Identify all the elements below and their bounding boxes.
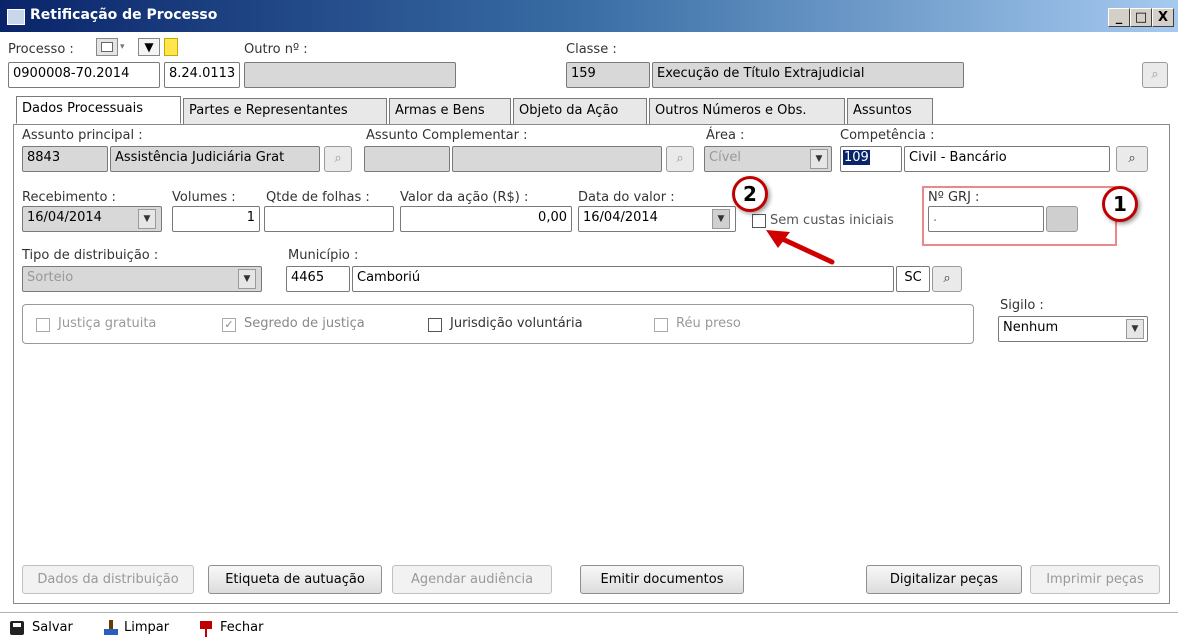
- tab-armas-bens[interactable]: Armas e Bens: [389, 98, 511, 124]
- outro-numero-field[interactable]: [244, 62, 456, 88]
- agendar-audiencia-button[interactable]: Agendar audiência: [392, 565, 552, 594]
- competencia-code-value: 109: [843, 150, 870, 165]
- data-valor-value: 16/04/2014: [583, 210, 658, 225]
- outro-numero-label: Outro nº :: [244, 42, 308, 57]
- processo-suffix-field[interactable]: 8.24.0113: [164, 62, 240, 88]
- assunto-complementar-search-button[interactable]: ⌕: [666, 146, 694, 172]
- assunto-principal-code-field[interactable]: 8843: [22, 146, 108, 172]
- municipio-uf-field[interactable]: SC: [896, 266, 930, 292]
- minimize-button[interactable]: _: [1108, 8, 1130, 27]
- segredo-justica-checkbox[interactable]: ✓: [222, 318, 236, 332]
- tipo-distribuicao-select[interactable]: Sorteio: [22, 266, 262, 292]
- jurisdicao-voluntaria-checkbox[interactable]: [428, 318, 442, 332]
- note-icon[interactable]: [164, 38, 178, 56]
- search-icon: ⌕: [334, 151, 342, 166]
- valor-acao-field[interactable]: 0,00: [400, 206, 572, 232]
- search-icon: ⌕: [1128, 151, 1136, 166]
- sigilo-value: Nenhum: [1003, 320, 1059, 335]
- expand-arrow-button[interactable]: ▼: [138, 38, 160, 56]
- assunto-complementar-code-field[interactable]: [364, 146, 450, 172]
- imprimir-pecas-button[interactable]: Imprimir peças: [1030, 565, 1160, 594]
- area-value: Cível: [709, 150, 741, 165]
- tab-partes-representantes[interactable]: Partes e Representantes: [183, 98, 387, 124]
- volumes-field[interactable]: 1: [172, 206, 260, 232]
- assunto-complementar-label: Assunto Complementar :: [366, 128, 528, 143]
- close-button[interactable]: X: [1152, 8, 1174, 27]
- reu-preso-checkbox[interactable]: [654, 318, 668, 332]
- chevron-down-icon[interactable]: ▼: [1126, 319, 1144, 339]
- competencia-search-button[interactable]: ⌕: [1116, 146, 1148, 172]
- flag-icon: [198, 619, 214, 637]
- area-label: Área :: [706, 128, 745, 143]
- recebimento-label: Recebimento :: [22, 190, 116, 205]
- maximize-button[interactable]: □: [1130, 8, 1152, 27]
- etiqueta-autuacao-button[interactable]: Etiqueta de autuação: [208, 565, 382, 594]
- annotation-badge-2: 2: [732, 176, 768, 212]
- municipio-label: Município :: [288, 248, 359, 263]
- save-icon: [10, 621, 24, 635]
- annotation-arrow: [766, 230, 835, 265]
- tab-objeto-acao[interactable]: Objeto da Ação: [513, 98, 647, 124]
- broom-icon: [104, 620, 118, 636]
- salvar-button[interactable]: Salvar: [32, 620, 73, 635]
- tab-dados-processuais[interactable]: Dados Processuais: [16, 96, 181, 124]
- justica-gratuita-label: Justiça gratuita: [58, 316, 157, 331]
- footer-toolbar: Salvar Limpar Fechar: [0, 612, 1178, 641]
- competencia-name-field[interactable]: Civil - Bancário: [904, 146, 1110, 172]
- assunto-principal-label: Assunto principal :: [22, 128, 143, 143]
- classe-name-field[interactable]: Execução de Título Extrajudicial: [652, 62, 964, 88]
- tab-outros-numeros[interactable]: Outros Números e Obs.: [649, 98, 845, 124]
- municipio-code-field[interactable]: 4465: [286, 266, 350, 292]
- competencia-code-field[interactable]: 109: [840, 146, 902, 172]
- processo-label: Processo :: [8, 42, 74, 57]
- tipo-distribuicao-label: Tipo de distribuição :: [22, 248, 159, 263]
- municipio-search-button[interactable]: ⌕: [932, 266, 962, 292]
- folhas-field[interactable]: [264, 206, 394, 232]
- search-icon: ⌕: [943, 271, 951, 286]
- digitalizar-pecas-button[interactable]: Digitalizar peças: [866, 565, 1022, 594]
- volumes-label: Volumes :: [172, 190, 236, 205]
- chevron-down-icon[interactable]: ▼: [138, 209, 156, 229]
- window-title: Retificação de Processo: [30, 7, 218, 23]
- document-icon: [101, 42, 113, 52]
- processo-icon-button[interactable]: [96, 38, 118, 56]
- chevron-down-icon[interactable]: ▼: [810, 149, 828, 169]
- annotation-badge-1: 1: [1102, 186, 1138, 222]
- assunto-principal-search-button[interactable]: ⌕: [324, 146, 352, 172]
- processo-number-field[interactable]: 0900008-70.2014: [8, 62, 160, 88]
- assunto-complementar-name-field[interactable]: [452, 146, 662, 172]
- dados-distribuicao-button[interactable]: Dados da distribuição: [22, 565, 194, 594]
- segredo-justica-label: Segredo de justiça: [244, 316, 365, 331]
- fechar-button[interactable]: Fechar: [220, 620, 263, 635]
- recebimento-value: 16/04/2014: [27, 210, 102, 225]
- app-icon: [7, 9, 25, 25]
- folhas-label: Qtde de folhas :: [266, 190, 370, 205]
- competencia-label: Competência :: [840, 128, 935, 143]
- title-bar[interactable]: Retificação de Processo _ □ X: [0, 0, 1178, 32]
- tipo-distribuicao-value: Sorteio: [27, 270, 74, 285]
- justica-gratuita-checkbox[interactable]: [36, 318, 50, 332]
- jurisdicao-voluntaria-label: Jurisdição voluntária: [450, 316, 583, 331]
- classe-label: Classe :: [566, 42, 617, 57]
- retificacao-window: Retificação de Processo _ □ X Processo :…: [0, 0, 1178, 641]
- classe-search-button[interactable]: ⌕: [1142, 62, 1168, 88]
- limpar-button[interactable]: Limpar: [124, 620, 169, 635]
- classe-code-field[interactable]: 159: [566, 62, 650, 88]
- data-valor-label: Data do valor :: [578, 190, 675, 205]
- search-icon: ⌕: [676, 151, 684, 166]
- search-icon: ⌕: [1151, 67, 1159, 82]
- sigilo-label: Sigilo :: [1000, 298, 1044, 313]
- valor-acao-label: Valor da ação (R$) :: [400, 190, 529, 205]
- highlight-box: [922, 186, 1117, 246]
- emitir-documentos-button[interactable]: Emitir documentos: [580, 565, 744, 594]
- chevron-down-icon[interactable]: ▼: [238, 269, 256, 289]
- tab-assuntos[interactable]: Assuntos: [847, 98, 933, 124]
- chevron-down-icon[interactable]: ▼: [712, 209, 730, 229]
- dropdown-arrow-icon[interactable]: ▾: [120, 42, 125, 52]
- municipio-name-field[interactable]: Camboriú: [352, 266, 894, 292]
- reu-preso-label: Réu preso: [676, 316, 741, 331]
- assunto-principal-name-field[interactable]: Assistência Judiciária Grat: [110, 146, 320, 172]
